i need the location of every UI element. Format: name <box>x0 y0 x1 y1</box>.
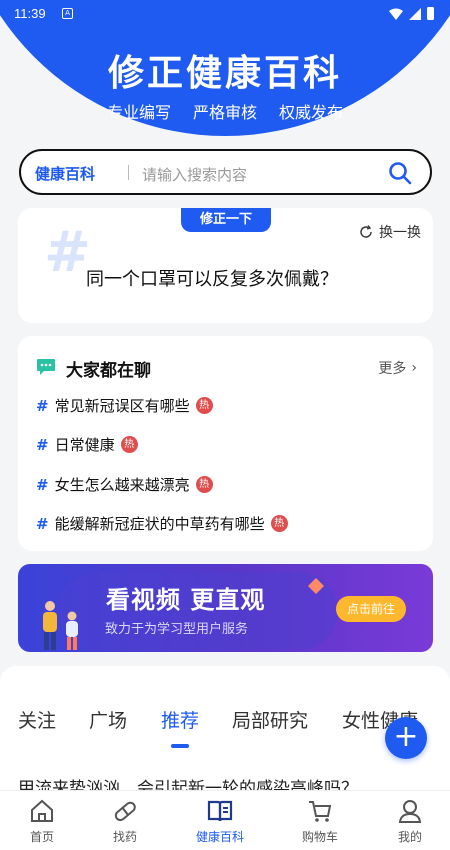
chevron-right-icon: › <box>411 360 417 376</box>
status-icons <box>389 7 434 20</box>
hashtag-icon: # <box>36 514 49 533</box>
hashtag-icon: # <box>36 435 49 454</box>
refresh-icon <box>360 225 372 238</box>
more-label: 更多 <box>378 361 407 377</box>
add-post-button[interactable]: + <box>385 717 427 759</box>
banner-subtitle: 致力于为学习型用户服务 <box>105 622 249 637</box>
tab-local-research[interactable]: 局部研究 <box>232 706 308 733</box>
fix-card: 修正一下 # 换一换 同一个口罩可以反复多次佩戴？ <box>18 208 433 323</box>
status-time: 11:39 <box>14 6 46 21</box>
search-input[interactable]: 请输入搜索内容 <box>142 164 247 185</box>
active-tab-indicator <box>171 744 189 748</box>
header-tag: 权威发布 <box>279 103 344 122</box>
topic-item[interactable]: # 常见新冠误区有哪些 热 <box>36 395 213 416</box>
topic-text: 能缓解新冠症状的中草药有哪些 <box>54 515 265 533</box>
nav-find-medicine[interactable]: 找药 <box>85 795 165 845</box>
chat-card-title: 大家都在聊 <box>66 361 151 381</box>
hashtag-icon: # <box>36 396 49 415</box>
people-illustration-icon <box>43 601 78 650</box>
feed-tabs: 关注 广场 推荐 局部研究 女性健康 <box>0 706 450 736</box>
nav-label: 健康百科 <box>195 830 244 844</box>
kite-decoration-icon <box>308 578 324 594</box>
search-icon[interactable] <box>388 161 412 185</box>
more-button[interactable]: 更多 › <box>378 358 417 378</box>
nav-cart[interactable]: 购物车 <box>280 795 360 845</box>
search-bar[interactable]: 健康百科 请输入搜索内容 <box>19 149 432 195</box>
nav-label: 我的 <box>397 830 422 844</box>
nav-health-wiki[interactable]: 健康百科 <box>180 795 260 845</box>
nav-home[interactable]: 首页 <box>2 795 82 845</box>
topic-item[interactable]: # 女生怎么越来越漂亮 热 <box>36 474 213 495</box>
hot-badge: 热 <box>195 476 213 493</box>
home-icon <box>31 799 53 822</box>
feed-item-title[interactable]: 甲流来势汹汹，会引起新一轮的感染高峰吗？ <box>18 774 438 790</box>
video-banner[interactable]: 看视频 更直观 致力于为学习型用户服务 点击前往 <box>18 564 433 652</box>
signal-icon <box>409 7 421 20</box>
topic-text: 女生怎么越来越漂亮 <box>54 476 190 494</box>
app-title: 修正健康百科 <box>107 53 342 94</box>
hash-decoration-icon: # <box>44 220 91 285</box>
pill-icon <box>114 801 136 822</box>
hashtag-icon: # <box>36 475 49 494</box>
header-tag: 专业编写 <box>106 103 171 122</box>
chat-card: 大家都在聊 更多 › # 常见新冠误区有哪些 热 # 日常健康 热 # 女生怎么… <box>18 336 433 551</box>
wifi-icon <box>389 8 403 20</box>
bottom-nav: 首页 找药 健康百科 购物车 我的 <box>0 790 450 850</box>
topic-item[interactable]: # 能缓解新冠症状的中草药有哪些 热 <box>36 513 288 534</box>
refresh-button[interactable]: 换一换 <box>359 222 421 242</box>
hot-badge: 热 <box>195 397 213 414</box>
tab-square[interactable]: 广场 <box>89 706 127 733</box>
nav-label: 首页 <box>29 830 54 844</box>
header-tags: 专业编写 严格审核 权威发布 <box>0 99 450 123</box>
chat-icon <box>37 359 55 375</box>
fix-badge: 修正一下 <box>181 208 271 232</box>
fix-question[interactable]: 同一个口罩可以反复多次佩戴？ <box>86 265 338 291</box>
battery-icon <box>427 7 434 20</box>
hot-badge: 热 <box>270 515 288 532</box>
search-divider <box>128 165 129 180</box>
status-bar: 11:39 A <box>0 6 450 24</box>
nav-label: 找药 <box>112 830 137 844</box>
tab-follow[interactable]: 关注 <box>18 706 56 733</box>
profile-icon <box>398 800 422 823</box>
topic-item[interactable]: # 日常健康 热 <box>36 434 138 455</box>
header-tag: 严格审核 <box>192 103 257 122</box>
topic-text: 日常健康 <box>54 436 115 454</box>
cart-icon <box>309 801 332 822</box>
banner-cta-button[interactable]: 点击前往 <box>336 596 406 622</box>
book-icon <box>207 800 233 822</box>
nav-profile[interactable]: 我的 <box>370 795 450 845</box>
hot-badge: 热 <box>120 436 138 453</box>
tab-recommend[interactable]: 推荐 <box>161 706 199 733</box>
refresh-label: 换一换 <box>379 225 421 241</box>
banner-title: 看视频 更直观 <box>106 586 266 614</box>
topic-text: 常见新冠误区有哪些 <box>54 397 190 415</box>
nav-label: 购物车 <box>301 830 338 844</box>
notification-icon: A <box>62 8 73 19</box>
search-scope-label: 健康百科 <box>35 165 96 183</box>
